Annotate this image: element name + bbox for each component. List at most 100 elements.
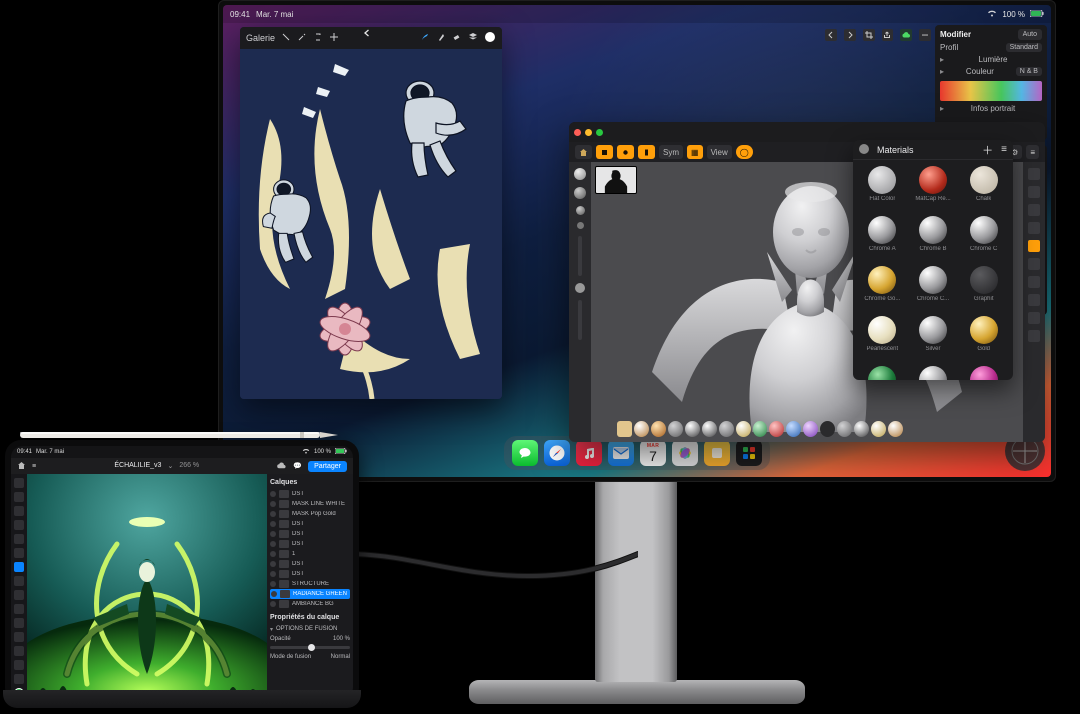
rail-tool-icon[interactable]	[1028, 294, 1040, 306]
layer-row[interactable]: MASK LINE WHITE	[270, 499, 350, 509]
tool-icon[interactable]	[14, 506, 24, 516]
color-swatch[interactable]	[484, 31, 496, 45]
brush-dot[interactable]	[574, 187, 586, 199]
wand-icon[interactable]	[297, 32, 307, 44]
close-icon[interactable]	[574, 129, 581, 136]
doc-title[interactable]: ÉCHALILIE_v3	[114, 462, 161, 470]
tool-icon[interactable]	[14, 562, 24, 572]
dock-app-icon[interactable]	[704, 440, 730, 466]
visibility-icon[interactable]	[270, 501, 276, 507]
sculpt-home-button[interactable]	[575, 145, 592, 159]
dock-messages-icon[interactable]	[512, 440, 538, 466]
comment-icon[interactable]: 💬	[293, 462, 302, 470]
gallery-button[interactable]: Galerie	[246, 33, 275, 43]
layer-row[interactable]: DST	[270, 539, 350, 549]
dock-safari-icon[interactable]	[544, 440, 570, 466]
select-icon[interactable]	[313, 32, 323, 44]
sculpt-titlebar[interactable]	[569, 122, 1045, 142]
tool-icon[interactable]	[14, 492, 24, 502]
rail-tool-icon[interactable]	[1028, 330, 1040, 342]
material-swatch[interactable]: Silver_shiny	[910, 366, 957, 380]
visibility-icon[interactable]	[271, 591, 277, 597]
reference-thumbnail[interactable]	[595, 166, 637, 194]
ipad-layers-panel[interactable]: Calques DSTMASK LINE WHITEMASK Pop GoldD…	[267, 474, 353, 698]
dock-music-icon[interactable]	[576, 440, 602, 466]
auto-button[interactable]: Auto	[1018, 29, 1042, 40]
layer-row[interactable]: RADIANCE GREEN	[270, 589, 350, 599]
sculpt-tool-button[interactable]	[596, 145, 613, 159]
share-icon[interactable]	[882, 29, 894, 41]
materials-panel[interactable]: Materials ＋ ≡ Flat ColorMatCap Re...Chal…	[853, 140, 1013, 380]
material-swatch[interactable]: Chalk	[960, 166, 1007, 212]
panel-row-effets[interactable]: ▸Infos portrait	[940, 104, 1042, 113]
brush-preset[interactable]	[753, 421, 768, 437]
panel-row-lumiere[interactable]: ▸Lumière	[940, 55, 1042, 64]
menu-icon[interactable]: ≡	[32, 463, 36, 470]
ipad-canvas[interactable]	[27, 474, 267, 698]
tool-icon[interactable]	[14, 646, 24, 656]
brush-preset[interactable]	[617, 421, 632, 437]
brush-preset[interactable]	[685, 421, 700, 437]
sculpt-tool-button[interactable]	[617, 145, 634, 159]
move-icon[interactable]	[329, 32, 339, 44]
dock-calendar-icon[interactable]: MAR 7	[640, 440, 666, 466]
layer-row[interactable]: 1	[270, 549, 350, 559]
layer-row[interactable]: DST	[270, 529, 350, 539]
material-swatch[interactable]: Chrome Go...	[859, 266, 906, 312]
material-swatch[interactable]: Gold	[960, 316, 1007, 362]
dock-app-grid-icon[interactable]	[736, 440, 762, 466]
brush-preset[interactable]	[702, 421, 717, 437]
layer-row[interactable]: DST	[270, 489, 350, 499]
material-swatch[interactable]: Green Nicos	[859, 366, 906, 380]
visibility-icon[interactable]	[270, 511, 276, 517]
visibility-icon[interactable]	[270, 541, 276, 547]
brush-opacity-slider[interactable]	[578, 300, 582, 340]
brush-preset[interactable]	[736, 421, 751, 437]
visibility-icon[interactable]	[270, 521, 276, 527]
sculpt-tool-button[interactable]: ◯	[736, 145, 753, 159]
visibility-icon[interactable]	[270, 561, 276, 567]
sculpt-sym-button[interactable]: Sym	[659, 145, 683, 159]
dock-mail-icon[interactable]	[608, 440, 634, 466]
erase-icon[interactable]	[452, 32, 462, 44]
tool-icon[interactable]	[14, 674, 24, 684]
brush-dot[interactable]	[576, 206, 585, 215]
visibility-icon[interactable]	[270, 571, 276, 577]
minimize-icon[interactable]	[585, 129, 592, 136]
tool-icon[interactable]	[14, 548, 24, 558]
brush-dot[interactable]	[574, 168, 586, 180]
material-swatch[interactable]: Chrome C	[960, 216, 1007, 262]
brush-preset[interactable]	[668, 421, 683, 437]
rail-tool-icon[interactable]	[1028, 222, 1040, 234]
back-icon[interactable]	[363, 29, 371, 39]
rail-tool-icon[interactable]	[1028, 276, 1040, 288]
home-icon[interactable]	[17, 461, 26, 472]
wifi-icon[interactable]	[987, 9, 997, 19]
crop-icon[interactable]	[863, 29, 875, 41]
material-swatch[interactable]: Chrome C...	[910, 266, 957, 312]
zoom-icon[interactable]	[596, 129, 603, 136]
brush-dot[interactable]	[575, 283, 585, 293]
tool-icon[interactable]	[14, 590, 24, 600]
procreate-window[interactable]: Galerie	[240, 27, 502, 399]
opacity-slider[interactable]	[270, 646, 350, 649]
sculpt-tool-button[interactable]	[638, 145, 655, 159]
brush-preset[interactable]	[820, 421, 835, 437]
material-swatch[interactable]: Chrome A	[859, 216, 906, 262]
brush-size-slider[interactable]	[578, 236, 582, 276]
share-button[interactable]: Partager	[308, 461, 347, 472]
visibility-icon[interactable]	[270, 581, 276, 587]
dock-photos-icon[interactable]	[672, 440, 698, 466]
layer-row[interactable]: DST	[270, 569, 350, 579]
material-swatch[interactable]: Graphit	[960, 266, 1007, 312]
tool-icon[interactable]	[14, 520, 24, 530]
brush-preset[interactable]	[634, 421, 649, 437]
material-swatch[interactable]: Pearlescent	[859, 316, 906, 362]
brush-preset[interactable]	[803, 421, 818, 437]
tool-icon[interactable]	[14, 618, 24, 628]
rail-tool-icon[interactable]	[1028, 240, 1040, 252]
layer-row[interactable]: STRUCTURE	[270, 579, 350, 589]
brush-preset[interactable]	[837, 421, 852, 437]
adjust-icon[interactable]	[281, 32, 291, 44]
menu-icon[interactable]: ≡	[1001, 144, 1007, 155]
